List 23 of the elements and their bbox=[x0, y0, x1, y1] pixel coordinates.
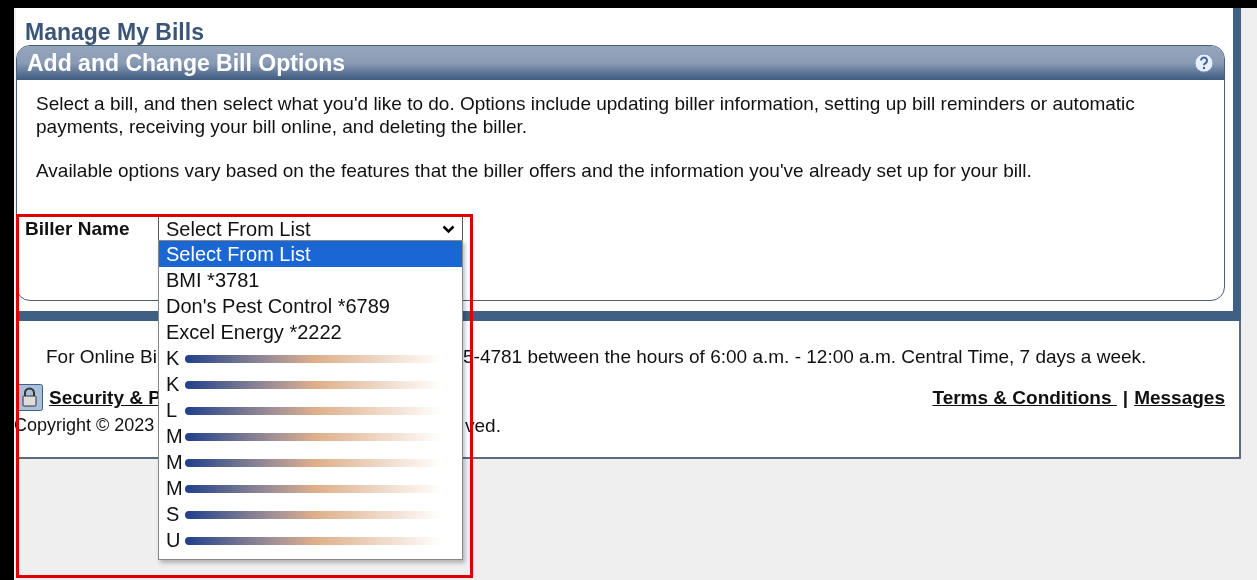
dropdown-option[interactable]: Excel Energy *2222 bbox=[159, 319, 462, 345]
terms-link[interactable]: Terms & Conditions bbox=[932, 386, 1117, 409]
dropdown-option[interactable]: S bbox=[159, 501, 462, 527]
chevron-down-icon bbox=[442, 224, 455, 234]
messages-link[interactable]: Messages bbox=[1134, 386, 1225, 409]
dropdown-option[interactable]: K bbox=[159, 345, 462, 371]
dropdown-option[interactable]: Select From List bbox=[159, 241, 462, 267]
help-icon[interactable] bbox=[1194, 53, 1214, 73]
field-label: Biller Name bbox=[25, 219, 131, 239]
dropdown-option[interactable]: K bbox=[159, 371, 462, 397]
page-title: Manage My Bills bbox=[24, 18, 205, 45]
dropdown-option[interactable]: L bbox=[159, 397, 462, 423]
dropdown-option[interactable]: Don's Pest Control *6789 bbox=[159, 293, 462, 319]
dropdown-option[interactable]: M bbox=[159, 475, 462, 501]
dropdown-option[interactable]: M bbox=[159, 423, 462, 449]
dropdown-option[interactable]: BMI *3781 bbox=[159, 267, 462, 293]
link-separator: | bbox=[1122, 386, 1129, 409]
support-text: For Online Bi bbox=[46, 346, 157, 367]
dropdown-option[interactable]: M bbox=[159, 449, 462, 475]
dropdown-option[interactable]: U bbox=[159, 527, 462, 553]
panel-title: Add and Change Bill Options bbox=[27, 48, 346, 78]
options-note: Available options vary based on the features that the biller offers and the information you've already set up for your bill. bbox=[36, 159, 1033, 182]
intro-text: Select a bill, and then select what you'd like to do. Options include updating biller information, setting up bill reminders or automatic payments, receiving your bill online, and deleting the biller. bbox=[36, 92, 1136, 138]
